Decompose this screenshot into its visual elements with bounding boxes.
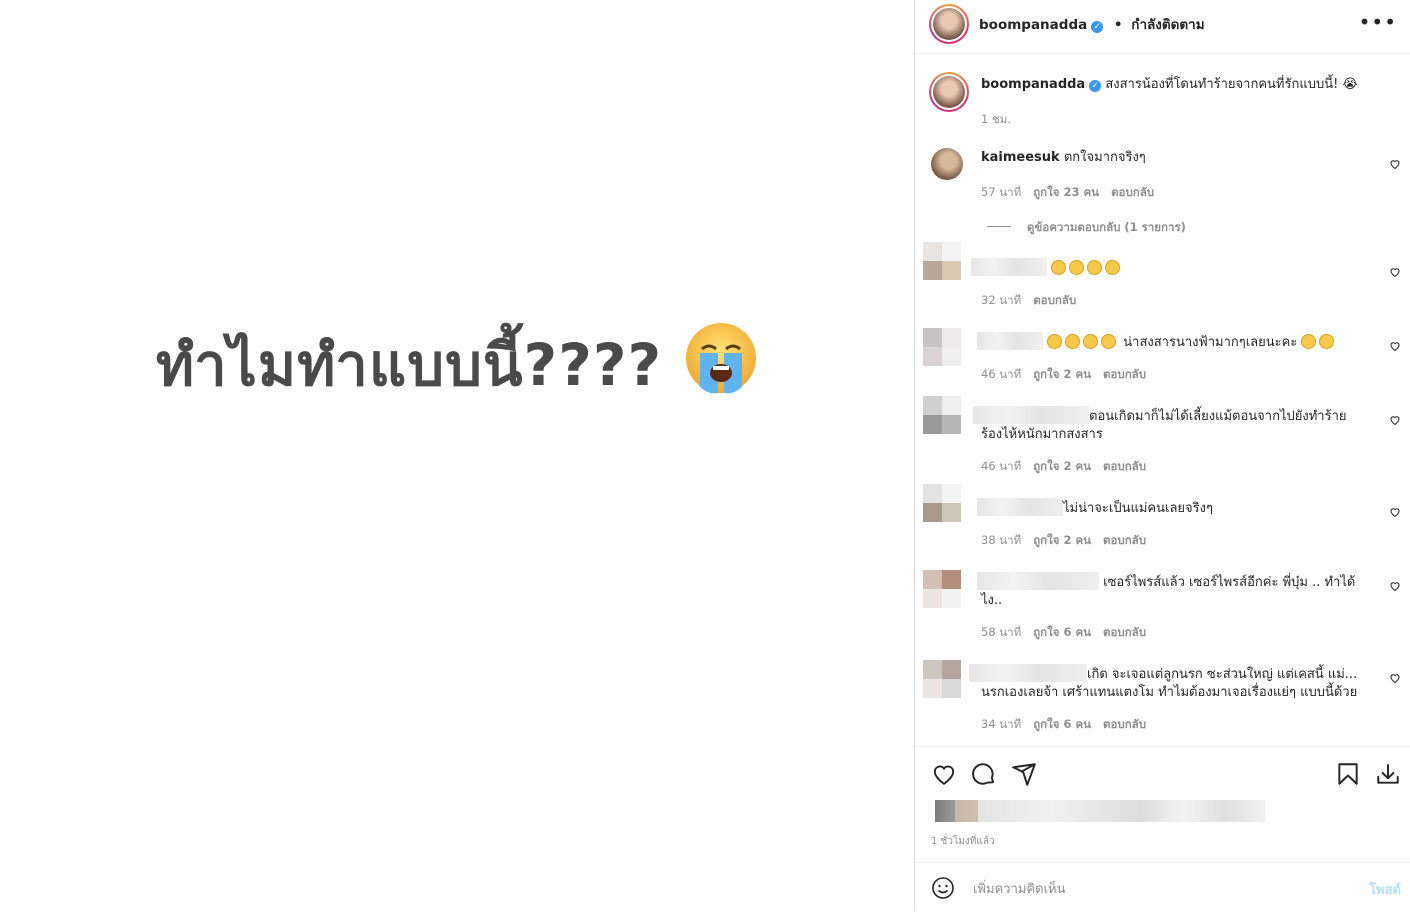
commenter-avatar[interactable] (923, 328, 961, 366)
like-comment-heart-icon[interactable] (1389, 414, 1401, 426)
commenter-avatar[interactable] (923, 484, 961, 522)
comment-input[interactable] (971, 876, 1305, 902)
reply-button[interactable]: ตอบกลับ (1103, 717, 1146, 731)
comment-text-4: ตอนเกิดมาก็ไม่ได้เลี้ยงแม้ตอนจากไปยังทำร… (973, 406, 1363, 444)
blurred-username (971, 258, 1047, 276)
comment-bubble-icon[interactable] (971, 761, 997, 787)
save-bookmark-icon[interactable] (1335, 761, 1361, 787)
blurred-username (977, 498, 1063, 516)
comment-time: 38 นาที (981, 533, 1022, 547)
separator-dot: • (1113, 17, 1123, 33)
commenter-username[interactable]: kaimeesuk (981, 150, 1060, 165)
comment-likes[interactable]: ถูกใจ 2 คน (1033, 367, 1091, 381)
author-username[interactable]: boompanadda ✓ • กำลังติดตาม (979, 13, 1205, 35)
more-options-icon[interactable]: ••• (1359, 10, 1397, 34)
comments-scroll[interactable]: boompanadda ✓ สงสารน้องที่โดนทำร้ายจากคนท… (915, 54, 1410, 746)
emoji-smile-icon[interactable] (931, 876, 955, 900)
reply-button[interactable]: ตอบกลับ (1103, 459, 1146, 473)
reply-button[interactable]: ตอบกลับ (1111, 185, 1154, 199)
post-actions-bar (915, 746, 1410, 795)
comment-body-cont: ร้องไห้หนักมากสงสาร (981, 427, 1103, 442)
comment-time: 57 นาที (981, 185, 1022, 199)
reply-button[interactable]: ตอบกลับ (1103, 367, 1146, 381)
comment-body: น่าสงสารนางฟ้ามากๆเลยนะคะ (1123, 335, 1298, 350)
verified-badge-icon: ✓ (1091, 21, 1104, 33)
commenter-avatar[interactable] (923, 570, 961, 608)
post-side-panel: boompanadda ✓ • กำลังติดตาม ••• boompanad… (914, 0, 1410, 911)
commenter-avatar[interactable] (923, 396, 961, 434)
like-comment-heart-icon[interactable] (1389, 672, 1401, 684)
comment-body: ตกใจมากจริงๆ (1063, 150, 1146, 165)
reply-button[interactable]: ตอบกลับ (1103, 533, 1146, 547)
commenter-avatar[interactable] (931, 148, 963, 180)
comment-text-3: น่าสงสารนางฟ้ามากๆเลยนะคะ (977, 332, 1357, 352)
comment-likes[interactable]: ถูกใจ 2 คน (1033, 459, 1091, 473)
comment-body: ไม่น่าจะเป็นแม่คนเลยจริงๆ (1063, 501, 1213, 516)
post-media: ทำไมทำแบบนี้???? (0, 0, 914, 911)
post-comment-button[interactable]: โพสต์ (1369, 879, 1401, 900)
comment-meta: 38 นาที ถูกใจ 2 คน ตอบกลับ (981, 532, 1158, 550)
post-time-ago: 1 ชั่วโมงที่แล้ว (931, 836, 995, 847)
comment-meta: 34 นาที ถูกใจ 6 คน ตอบกลับ (981, 716, 1158, 734)
blurred-username (969, 664, 1087, 682)
caption-username[interactable]: boompanadda (981, 77, 1085, 92)
like-comment-heart-icon[interactable] (1389, 580, 1401, 592)
comment-time: 58 นาที (981, 625, 1022, 639)
like-comment-heart-icon[interactable] (1389, 266, 1401, 278)
comment-meta: 46 นาที ถูกใจ 2 คน ตอบกลับ (981, 458, 1158, 476)
comment-time: 32 นาที (981, 293, 1022, 307)
view-replies-button[interactable]: ดูข้อความตอบกลับ (1 รายการ) (987, 219, 1186, 237)
blurred-username (977, 572, 1099, 590)
comment-time: 34 นาที (981, 717, 1022, 731)
blurred-username (973, 406, 1089, 424)
loudly-crying-face-icon (686, 323, 757, 394)
comment-time: 46 นาที (981, 459, 1022, 473)
comment-meta: 46 นาที ถูกใจ 2 คน ตอบกลับ (981, 366, 1158, 384)
comment-text-5: ไม่น่าจะเป็นแม่คนเลยจริงๆ (977, 498, 1357, 518)
comment-meta: 32 นาที ตอบกลับ (981, 292, 1088, 310)
comment-likes[interactable]: ถูกใจ 23 คน (1033, 185, 1099, 199)
comment-text-7: เกิด จะเจอแต่ลูกนรก ซะส่วนใหญ่ แต่เคสนี้… (969, 664, 1369, 702)
like-comment-heart-icon[interactable] (1389, 340, 1401, 352)
commenter-avatar[interactable] (923, 660, 961, 698)
comment-time: 46 นาที (981, 367, 1022, 381)
comment-body-cont: ไง.. (981, 593, 1003, 608)
caption-text: สงสารน้องที่โดนทำร้ายจากคนที่รักแบบนี้! (1105, 77, 1339, 92)
media-text-block: ทำไมทำแบบนี้???? (0, 318, 914, 411)
like-heart-icon[interactable] (931, 761, 957, 787)
caption: boompanadda ✓ สงสารน้องที่โดนทำร้ายจากคนท… (981, 76, 1361, 94)
post-header: boompanadda ✓ • กำลังติดตาม ••• (915, 0, 1410, 54)
like-comment-heart-icon[interactable] (1389, 158, 1401, 170)
comment-likes[interactable]: ถูกใจ 2 คน (1033, 533, 1091, 547)
comment-text-1: kaimeesuk ตกใจมากจริงๆ (981, 149, 1361, 167)
add-comment-bar: โพสต์ (915, 862, 1410, 912)
caption-time: 1 ชม. (981, 112, 1012, 126)
like-comment-heart-icon[interactable] (1389, 506, 1401, 518)
caption-avatar[interactable] (929, 72, 969, 112)
verified-badge-icon: ✓ (1089, 80, 1102, 92)
comment-meta: 57 นาที ถูกใจ 23 คน ตอบกลับ (981, 184, 1166, 202)
comment-body: เกิด จะเจอแต่ลูกนรก ซะส่วนใหญ่ แต่เคสนี้… (1087, 667, 1358, 682)
reply-button[interactable]: ตอบกลับ (1103, 625, 1146, 639)
download-icon[interactable] (1375, 761, 1401, 787)
comment-body-cont: นรกเองเลยจ้า เศร้าแทนแตงโม ทำไมต้องมาเจอ… (981, 685, 1358, 700)
view-replies-label: ดูข้อความตอบกลับ (1 รายการ) (1027, 220, 1186, 234)
comment-likes[interactable]: ถูกใจ 6 คน (1033, 625, 1091, 639)
reply-button[interactable]: ตอบกลับ (1033, 293, 1076, 307)
comment-body: ตอนเกิดมาก็ไม่ได้เลี้ยงแม้ตอนจากไปยังทำร… (1089, 409, 1347, 424)
comment-meta: 58 นาที ถูกใจ 6 คน ตอบกลับ (981, 624, 1158, 642)
author-avatar[interactable] (929, 4, 969, 44)
comment-body: เซอร์ไพรส์แล้ว เซอร์ไพรส์อีกค่ะ พี่บุ๋ม … (1103, 575, 1356, 590)
comment-text-2 (971, 258, 1351, 278)
follow-status[interactable]: กำลังติดตาม (1131, 17, 1204, 33)
comment-likes[interactable]: ถูกใจ 6 คน (1033, 717, 1091, 731)
blurred-username (977, 332, 1043, 350)
blurred-likes-summary (935, 800, 1265, 822)
media-text: ทำไมทำแบบนี้???? (155, 331, 663, 399)
comment-text-6: เซอร์ไพรส์แล้ว เซอร์ไพรส์อีกค่ะ พี่บุ๋ม … (977, 572, 1367, 610)
crying-face-icon: 😭 (1342, 77, 1358, 92)
commenter-avatar[interactable] (923, 242, 961, 280)
share-send-icon[interactable] (1011, 761, 1037, 787)
